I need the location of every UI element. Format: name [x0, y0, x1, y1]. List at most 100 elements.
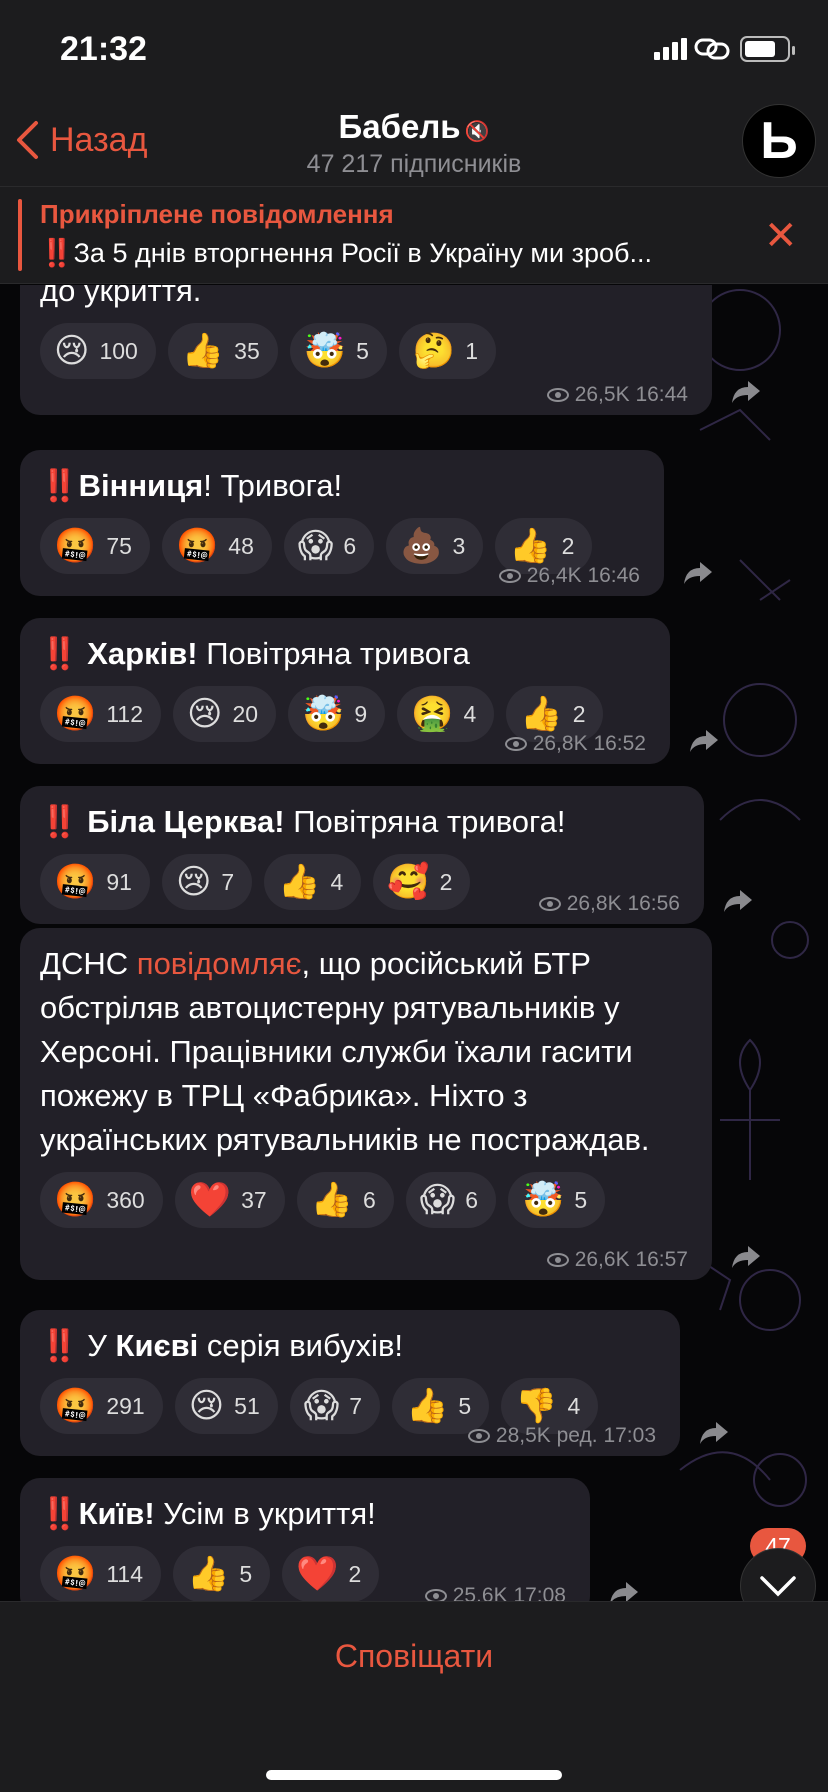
forward-icon[interactable] [688, 728, 720, 754]
reaction-chip[interactable]: 😢 7 [161, 854, 253, 910]
message-bubble[interactable]: ‼️ У Києві серія вибухів! 🤬 291 😢 51 😱 7 👍 5 👎 4 28… [20, 1310, 680, 1456]
home-indicator [266, 1770, 562, 1780]
channel-avatar[interactable]: Ь [742, 104, 816, 178]
notify-button[interactable]: Сповіщати [0, 1638, 828, 1675]
message-bold-text: Києві [115, 1328, 199, 1363]
message-text-part: ! Тривога! [203, 468, 343, 503]
reaction-count: 2 [439, 868, 453, 895]
bottom-bar: Сповіщати [0, 1601, 828, 1792]
reaction-chip[interactable]: 🤬 91 [40, 854, 150, 910]
reaction-chip[interactable]: 😱 6 [405, 1172, 497, 1228]
reaction-emoji-icon: 👍 [187, 1555, 230, 1593]
reaction-count: 5 [239, 1560, 253, 1587]
reaction-emoji-icon: 🤬 [54, 863, 97, 901]
view-count: 26,8K [532, 732, 588, 755]
reaction-emoji-icon: 😱 [303, 1387, 340, 1425]
eye-icon [546, 1253, 569, 1268]
pinned-message[interactable]: Прикріплене повідомлення ‼️За 5 днів вто… [0, 186, 828, 284]
reaction-chip[interactable]: 🤬 48 [161, 518, 272, 574]
view-count: 28,5K [495, 1424, 551, 1447]
reaction-emoji-icon: 😢 [187, 695, 223, 733]
message-link[interactable]: повідомляє [137, 946, 302, 981]
reaction-emoji-icon: 😢 [175, 863, 212, 901]
reaction-chip[interactable]: 🤬 291 [40, 1378, 163, 1434]
reaction-count: 3 [452, 532, 466, 559]
battery-icon [740, 36, 795, 62]
reaction-chip[interactable]: 💩 3 [386, 518, 484, 574]
reaction-count: 112 [106, 700, 144, 727]
reaction-count: 2 [561, 532, 575, 559]
reaction-emoji-icon: ❤️ [188, 1181, 232, 1219]
reaction-emoji-icon: 🤬 [54, 1387, 97, 1425]
reaction-chip[interactable]: 👍 4 [264, 854, 362, 910]
message-bubble[interactable]: ‼️Вінниця! Тривога! 🤬 75 🤬 48 😱 6 💩 3 👍 2 26,4K 16:… [20, 450, 664, 596]
reaction-chip[interactable]: ❤️ 2 [282, 1546, 380, 1601]
forward-icon[interactable] [722, 888, 754, 914]
reaction-chip[interactable]: 🤬 75 [40, 518, 150, 574]
close-icon[interactable]: ✕ [764, 213, 798, 259]
reaction-emoji-icon: 👍 [278, 863, 321, 901]
status-bar: 21:32 [0, 0, 828, 100]
reaction-count: 48 [228, 532, 254, 559]
eye-icon [424, 1589, 447, 1601]
reactions-row: 🤬 360 ❤️ 37 👍 6 😱 6 🤯 5 [40, 1172, 692, 1228]
message-time: 16:57 [635, 1248, 688, 1271]
message-time: 16:56 [627, 892, 680, 915]
reaction-count: 2 [348, 1560, 362, 1587]
reaction-chip[interactable]: 🤬 114 [40, 1546, 162, 1601]
reaction-count: 114 [106, 1560, 144, 1587]
channel-info[interactable]: Бабель 🔇 47 217 підписників [0, 108, 828, 179]
message-meta: 26,8K 16:52 [504, 732, 646, 756]
reaction-emoji-icon: 👍 [509, 527, 552, 565]
reaction-count: 4 [463, 700, 477, 727]
reaction-emoji-icon: 🤬 [175, 527, 219, 565]
message-bubble[interactable]: ‼️Київ! Усім в укриття! 🤬 114 👍 5 ❤️ 2 25,6K 17… [20, 1478, 590, 1601]
forward-icon[interactable] [730, 1244, 762, 1270]
forward-icon[interactable] [608, 1580, 640, 1601]
message-text-part: серія вибухів! [198, 1328, 404, 1363]
message-text: ‼️Вінниця! Тривога! [40, 450, 644, 508]
message-text: ‼️ Біла Церква! Повітряна тривога! [40, 786, 684, 844]
reaction-count: 6 [465, 1186, 479, 1213]
forward-icon[interactable] [730, 379, 762, 405]
message-bubble[interactable]: ‼️ Біла Церква! Повітряна тривога! 🤬 91 😢 7 👍… [20, 786, 704, 924]
reaction-chip[interactable]: 🤬 360 [40, 1172, 163, 1228]
message-meta: 28,5K ред. 17:03 [467, 1424, 656, 1448]
reaction-chip[interactable]: 🤯 5 [508, 1172, 606, 1228]
reaction-chip[interactable]: 🤯 9 [288, 686, 386, 742]
forward-icon[interactable] [682, 560, 714, 586]
reaction-chip[interactable]: 👍 6 [296, 1172, 394, 1228]
reaction-chip[interactable]: 👍 5 [173, 1546, 271, 1601]
view-count: 26,8K [566, 892, 622, 915]
reaction-chip[interactable]: ❤️ 37 [174, 1172, 285, 1228]
forward-icon[interactable] [698, 1420, 730, 1446]
reaction-chip[interactable]: 👍 35 [167, 323, 278, 379]
message-meta: 26,6K 16:57 [546, 1248, 688, 1272]
message-text-part: Усім в укриття! [154, 1496, 376, 1531]
reaction-chip[interactable]: 🤯 5 [289, 323, 387, 379]
reaction-chip[interactable]: 🥰 2 [373, 854, 471, 910]
reaction-count: 51 [234, 1392, 260, 1419]
reaction-count: 2 [572, 700, 586, 727]
mute-icon: 🔇 [464, 121, 490, 143]
reaction-emoji-icon: 👎 [515, 1387, 558, 1425]
reaction-chip[interactable]: 😱 7 [289, 1378, 381, 1434]
view-count: 26,6K [574, 1248, 630, 1271]
pinned-text: ‼️За 5 днів вторгнення Росії в Україну м… [40, 238, 652, 268]
message-text-part: ‼️ [40, 636, 88, 671]
reaction-chip[interactable]: 🤮 4 [397, 686, 495, 742]
reaction-chip[interactable]: 😢 20 [173, 686, 277, 742]
reaction-chip[interactable]: 😱 6 [283, 518, 375, 574]
clock: 21:32 [60, 30, 147, 68]
message-bubble[interactable]: до укриття. 😢 100 👍 35 🤯 5 🤔 1 26,5K 16:44 [20, 285, 712, 415]
eye-icon [504, 737, 527, 752]
view-count: 26,4K [526, 564, 582, 587]
reaction-chip[interactable]: 😢 51 [174, 1378, 278, 1434]
message-list[interactable]: до укриття. 😢 100 👍 35 🤯 5 🤔 1 26,5K 16:44 ‼️Вінни… [0, 285, 828, 1601]
reaction-emoji-icon: 🤔 [412, 332, 456, 370]
message-bubble[interactable]: ‼️ Харків! Повітряна тривога 🤬 112 😢 20 🤯 9 🤮 4 👍… [20, 618, 670, 764]
message-bubble[interactable]: ДСНС повідомляє, що російський БТР обстр… [20, 928, 712, 1280]
reaction-chip[interactable]: 🤬 112 [40, 686, 162, 742]
reaction-chip[interactable]: 🤔 1 [398, 323, 497, 379]
reaction-chip[interactable]: 😢 100 [40, 323, 156, 379]
